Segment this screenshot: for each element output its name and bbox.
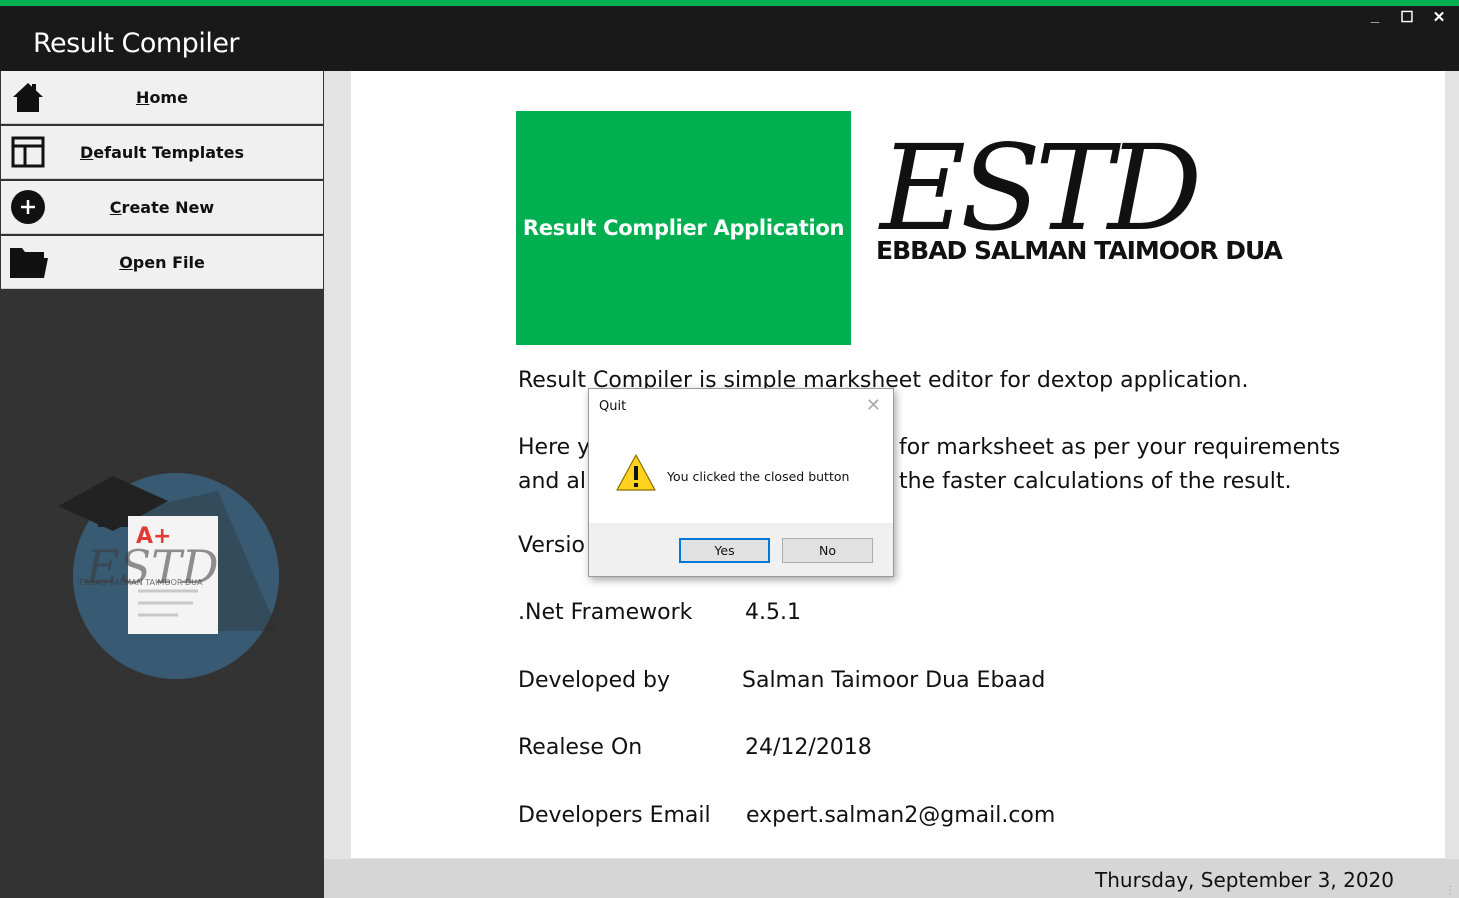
status-date: Thursday, September 3, 2020 xyxy=(1095,868,1394,892)
banner: Result Complier Application xyxy=(516,111,851,345)
description-line-3b: the faster calculations of the result. xyxy=(899,469,1292,494)
framework-label: .Net Framework xyxy=(518,600,693,625)
release-value: 24/12/2018 xyxy=(745,735,872,760)
quit-dialog: Quit ✕ You clicked the closed button Yes… xyxy=(588,388,894,577)
warning-icon xyxy=(616,454,656,491)
plus-circle-icon xyxy=(7,186,49,228)
folder-icon xyxy=(7,241,49,283)
estd-subtitle: EBBAD SALMAN TAIMOOR DUA xyxy=(876,236,1283,265)
about-panel: Result Complier Application ESTD EBBAD S… xyxy=(351,71,1445,858)
home-icon xyxy=(7,76,49,118)
resize-grip-icon[interactable]: ⋮ xyxy=(1445,885,1455,896)
email-label: Developers Email xyxy=(518,803,711,828)
developed-by-label: Developed by xyxy=(518,668,671,693)
logo-brand-sub-text: EBBAD SALMAN TAIMOOR DUA xyxy=(79,578,203,587)
accent-bar xyxy=(0,0,1459,6)
sidebar-item-home[interactable]: Home xyxy=(1,71,323,124)
sidebar-item-label: Open File xyxy=(119,252,205,272)
description-line-2a: Here y xyxy=(518,435,591,460)
yes-button[interactable]: Yes xyxy=(679,538,770,563)
framework-value: 4.5.1 xyxy=(745,600,801,625)
developed-by-value: Salman Taimoor Dua Ebaad xyxy=(742,668,1046,693)
description-line-2b: for marksheet as per your requirements xyxy=(899,435,1341,460)
dialog-message: You clicked the closed button xyxy=(667,469,850,484)
release-label: Realese On xyxy=(518,735,643,760)
sidebar-item-open-file[interactable]: Open File xyxy=(1,236,323,289)
dialog-title: Quit xyxy=(599,399,627,414)
banner-text: Result Complier Application xyxy=(522,216,845,240)
minimize-button[interactable]: _ xyxy=(1367,8,1383,26)
dialog-close-button[interactable]: ✕ xyxy=(866,395,881,416)
sidebar-item-create-new[interactable]: Create New xyxy=(1,181,323,234)
window-controls: _ ☐ ✕ xyxy=(1367,8,1447,26)
close-button[interactable]: ✕ xyxy=(1431,8,1447,26)
sidebar-item-label: Default Templates xyxy=(79,142,245,162)
templates-icon xyxy=(7,131,49,173)
sidebar: Home Default Templates Create New Open F… xyxy=(0,71,324,898)
version-label: Versio xyxy=(518,533,585,558)
no-button[interactable]: No xyxy=(782,538,873,563)
sidebar-item-label: Home xyxy=(136,87,188,107)
app-title: Result Compiler xyxy=(33,28,240,59)
maximize-button[interactable]: ☐ xyxy=(1399,8,1415,26)
sidebar-item-default-templates[interactable]: Default Templates xyxy=(1,126,323,179)
dialog-footer: Yes No xyxy=(589,523,893,576)
app-window: Result Compiler _ ☐ ✕ Home Default Templ… xyxy=(0,0,1459,898)
description-line-3a: and al xyxy=(518,469,586,494)
status-bar: Thursday, September 3, 2020 ⋮ xyxy=(324,859,1459,898)
sidebar-item-label: Create New xyxy=(109,197,215,217)
email-value: expert.salman2@gmail.com xyxy=(746,803,1056,828)
app-logo: A+ ESTD EBBAD SALMAN TAIMOOR DUA xyxy=(38,451,298,711)
